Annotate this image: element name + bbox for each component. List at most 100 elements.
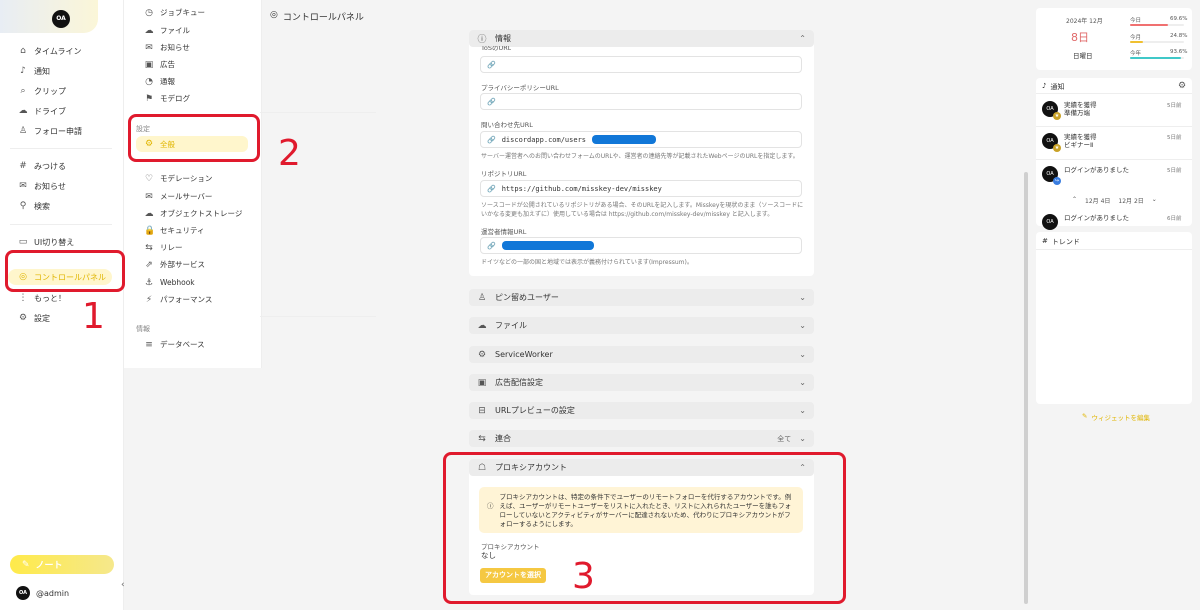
- cloud-icon: ☁: [144, 208, 154, 219]
- calendar-progress-year: 今年: [1130, 51, 1142, 57]
- menu-item-object-storage[interactable]: ☁ オブジェクトストレージ: [144, 207, 243, 220]
- proxy-account-value: なし: [481, 551, 496, 560]
- account-name: @admin: [36, 588, 70, 598]
- list-search-icon: ⚑: [144, 93, 154, 104]
- menu-item-webhook[interactable]: ⚓ Webhook: [144, 276, 195, 289]
- section-ad-delivery[interactable]: ▣ 広告配信設定 ⌄: [469, 374, 814, 391]
- menu-item-modlog[interactable]: ⚑ モデログ: [144, 92, 190, 105]
- avatar: OA: [16, 586, 30, 600]
- section-federation[interactable]: ⇆ 連合 全て ⌄: [469, 430, 814, 447]
- widget-divider: [1036, 249, 1192, 250]
- federation-icon: ⇆: [478, 433, 486, 444]
- menu-item-database[interactable]: ≡ データベース: [144, 338, 204, 351]
- menu-item-ads[interactable]: ▣ 広告: [144, 58, 175, 71]
- scrollbar[interactable]: [1024, 172, 1028, 604]
- hashtag-icon: #: [1042, 237, 1048, 245]
- dashboard-icon: ◎: [270, 10, 278, 20]
- notifications-header: ♪ 通知: [1042, 82, 1065, 91]
- avatar: OA ↪: [1042, 166, 1061, 185]
- chevron-down-icon: ⌄: [799, 378, 806, 387]
- chevron-up-icon: ⌃: [799, 463, 806, 472]
- repository-url-field[interactable]: 🔗 https://github.com/misskey-dev/misskey: [480, 180, 802, 197]
- section-proxy-account[interactable]: ☖ プロキシアカウント ⌃: [469, 459, 814, 476]
- menu-item-job-queue[interactable]: ◷ ジョブキュー: [144, 6, 205, 19]
- nav-item-follow-requests[interactable]: ♙ フォロー申請: [18, 124, 82, 138]
- nav-item-drive[interactable]: ☁ ドライブ: [18, 104, 67, 118]
- trend-header: # トレンド: [1042, 237, 1080, 246]
- notifications-settings-gear-icon[interactable]: ⚙: [1178, 81, 1186, 91]
- nav-item-clips[interactable]: ⌕ クリップ: [18, 84, 66, 98]
- info-section-header[interactable]: ⓘ 情報 ⌃: [469, 30, 814, 47]
- notification-item[interactable]: OA ★ 実績を獲得 準備万端: [1042, 101, 1097, 120]
- cloud-icon: ☁: [477, 320, 487, 331]
- inquiry-url-field[interactable]: 🔗 discordapp.com/users: [480, 131, 802, 148]
- note-button[interactable]: ✎ ノート: [10, 555, 114, 574]
- menu-item-files[interactable]: ☁ ファイル: [144, 24, 191, 37]
- nav-item-announcements[interactable]: ✉ お知らせ: [18, 179, 66, 193]
- notification-item[interactable]: OA ログインがありました: [1042, 214, 1129, 230]
- section-pinned-users[interactable]: ♙ ピン留めユーザー ⌄: [469, 289, 814, 306]
- bolt-icon: ⚡: [145, 294, 153, 305]
- impressum-url-field[interactable]: 🔗: [480, 237, 802, 254]
- bell-icon: ♪: [20, 66, 26, 76]
- nav-item-settings[interactable]: ⚙ 設定: [18, 311, 50, 325]
- edit-widgets-link[interactable]: ✎ ウィジェットを編集: [1082, 412, 1150, 422]
- chevron-down-icon: ⌄: [799, 406, 806, 415]
- chevron-down-icon: ⌄: [799, 350, 806, 359]
- settings-header: 設定: [136, 125, 150, 133]
- menu-item-performance[interactable]: ⚡ パフォーマンス: [144, 293, 213, 306]
- menu-item-external-services[interactable]: ⇗ 外部サービス: [144, 258, 205, 271]
- nav-item-more[interactable]: ⋮ もっと！: [18, 291, 67, 305]
- medal-icon: ★: [1053, 144, 1061, 152]
- collapse-nav-button[interactable]: ‹: [121, 580, 125, 590]
- home-icon: ⌂: [20, 46, 26, 56]
- impressum-url-label: 運営者情報URL: [481, 228, 527, 236]
- progress-day-fill: [1130, 24, 1168, 26]
- section-url-preview[interactable]: ⊟ URLプレビューの設定 ⌄: [469, 402, 814, 419]
- instance-banner: [0, 0, 98, 33]
- menu-item-email-server[interactable]: ✉ メールサーバー: [144, 190, 212, 203]
- external-link-icon: ⇗: [145, 259, 153, 270]
- menu-item-moderation[interactable]: ♡ モデレーション: [144, 172, 212, 185]
- pencil-icon: ✎: [22, 559, 30, 570]
- cloud-icon: ☁: [144, 25, 154, 36]
- nav-item-timeline[interactable]: ⌂ タイムライン: [18, 44, 81, 58]
- nav-item-search[interactable]: ⚲ 検索: [18, 199, 50, 213]
- menu-item-general[interactable]: ⚙ 全般: [136, 136, 248, 152]
- chevron-down-icon: ⌄: [799, 293, 806, 302]
- nav-item-ui-switch[interactable]: ▭ UI切り替え: [18, 235, 74, 249]
- menu-item-reports[interactable]: ◔ 通報: [144, 75, 175, 88]
- section-service-worker[interactable]: ⚙ ServiceWorker ⌄: [469, 346, 814, 363]
- megaphone-icon: ✉: [145, 42, 153, 53]
- account-menu[interactable]: OA @admin: [16, 586, 69, 600]
- section-files[interactable]: ☁ ファイル ⌄: [469, 317, 814, 334]
- database-icon: ≡: [145, 339, 153, 350]
- exclamation-circle-icon: ◔: [145, 76, 153, 87]
- avatar: OA ★: [1042, 133, 1061, 152]
- link-icon: 🔗: [487, 184, 496, 193]
- nav-item-notifications[interactable]: ♪ 通知: [18, 64, 50, 78]
- menu-item-relays[interactable]: ⇆ リレー: [144, 241, 182, 254]
- chevron-up-icon: ⌃: [799, 34, 806, 43]
- instance-logo[interactable]: OA: [52, 10, 70, 28]
- select-account-button[interactable]: アカウントを選択: [480, 568, 546, 583]
- hashtag-icon: #: [19, 161, 27, 171]
- menu-divider: [260, 316, 376, 317]
- annotation-number-2: 2: [278, 133, 301, 174]
- menu-item-announcements[interactable]: ✉ お知らせ: [144, 41, 190, 54]
- link-icon: 🔗: [487, 241, 496, 250]
- tos-url-field[interactable]: 🔗: [480, 56, 802, 73]
- trend-widget: [1036, 232, 1192, 404]
- nav-item-explore[interactable]: # みつける: [18, 159, 66, 173]
- admin-menu: ◷ ジョブキュー ☁ ファイル ✉ お知らせ ▣ 広告 ◔ 通報 ⚑ モデログ 設定 ⚙ 全般…: [124, 0, 376, 368]
- notification-time: 5日前: [1167, 103, 1182, 109]
- chevron-down-icon: ⌄: [799, 321, 806, 330]
- notification-item[interactable]: OA ↪ ログインがありました: [1042, 166, 1129, 185]
- notification-item[interactable]: OA ★ 実績を獲得 ビギナーⅡ: [1042, 133, 1097, 152]
- privacy-url-field[interactable]: 🔗: [480, 93, 802, 110]
- user-pin-icon: ♙: [477, 292, 487, 303]
- menu-item-security[interactable]: 🔒 セキュリティ: [144, 224, 205, 237]
- widget-divider: [1036, 126, 1192, 127]
- nav-item-control-panel[interactable]: ◎ コントロールパネル: [8, 269, 112, 285]
- proxy-info-text: プロキシアカウントは、特定の条件下でユーザーのリモートフォローを代行するアカウン…: [499, 493, 792, 528]
